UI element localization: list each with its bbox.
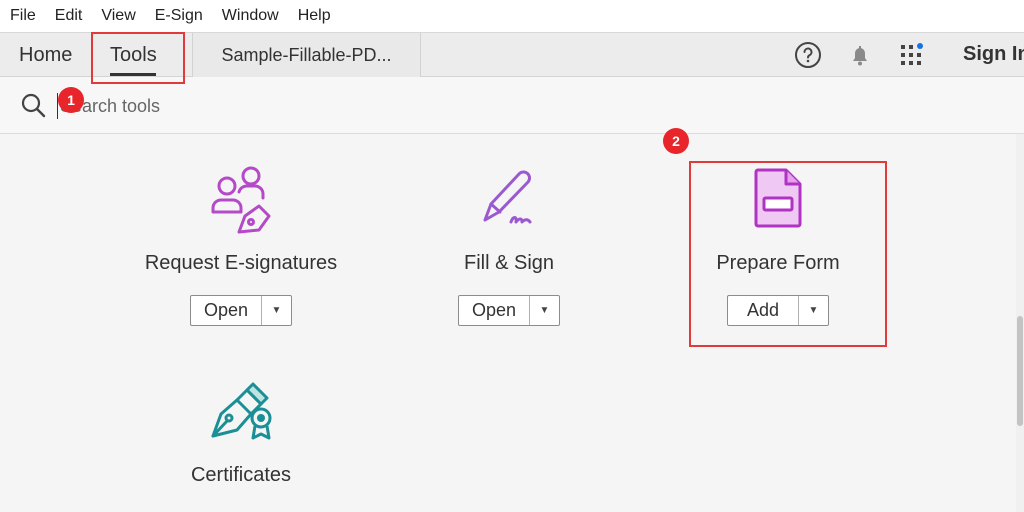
tool-label: Fill & Sign: [463, 252, 555, 274]
step-badge-2: 2: [663, 128, 689, 154]
highlight-box-tools: [91, 32, 185, 84]
open-button[interactable]: Open: [191, 296, 262, 325]
tool-label: Request E-signatures: [144, 252, 338, 274]
dropdown-arrow-icon[interactable]: ▼: [530, 296, 559, 325]
step-badge-1: 1: [58, 87, 84, 113]
certificates-icon: [211, 382, 272, 440]
highlight-box-prepare-form: [689, 161, 887, 347]
tool-fill-sign: Fill & Sign Open ▼: [389, 162, 629, 326]
tool-certificates: Certificates: [121, 374, 361, 487]
open-button[interactable]: Open: [459, 296, 530, 325]
menu-help[interactable]: Help: [298, 7, 331, 25]
scrollbar-thumb[interactable]: [1017, 316, 1023, 426]
help-icon[interactable]: [794, 41, 822, 69]
tool-label: Certificates: [190, 464, 292, 486]
tab-home[interactable]: Home: [19, 33, 72, 77]
menu-window[interactable]: Window: [222, 7, 279, 25]
menu-file[interactable]: File: [10, 7, 36, 25]
menu-bar: File Edit View E-Sign Window Help: [0, 0, 1024, 32]
menu-esign[interactable]: E-Sign: [155, 7, 203, 25]
tab-document[interactable]: Sample-Fillable-PD...: [192, 33, 421, 77]
request-esignatures-icon: [211, 166, 271, 234]
apps-grid-icon[interactable]: [898, 41, 926, 69]
search-tools-input[interactable]: [57, 93, 457, 119]
dropdown-arrow-icon[interactable]: ▼: [262, 296, 291, 325]
menu-view[interactable]: View: [101, 7, 135, 25]
fill-sign-icon: [483, 170, 532, 224]
menu-edit[interactable]: Edit: [55, 7, 83, 25]
open-split-button: Open ▼: [190, 295, 292, 326]
search-icon: [21, 93, 46, 118]
search-bar: [0, 77, 1024, 134]
notifications-bell-icon[interactable]: [846, 41, 874, 69]
open-split-button: Open ▼: [458, 295, 560, 326]
sign-in-button[interactable]: Sign In: [963, 43, 1024, 66]
tool-request-esignatures: Request E-signatures Open ▼: [121, 162, 361, 326]
